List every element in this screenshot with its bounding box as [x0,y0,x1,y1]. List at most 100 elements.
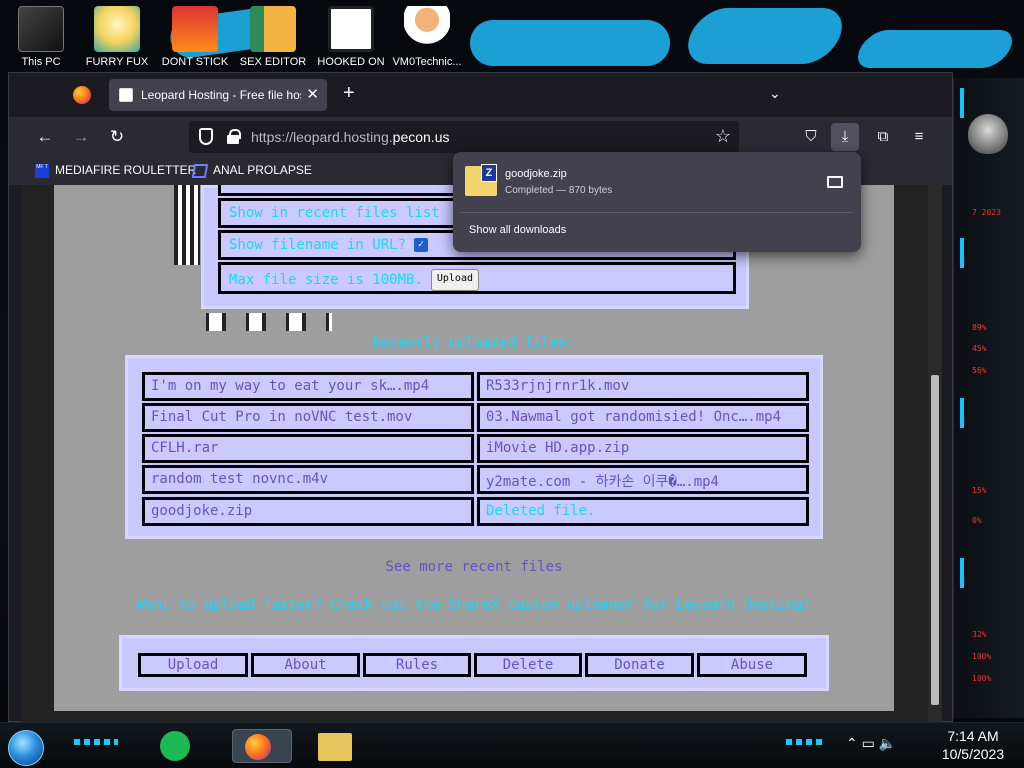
wallpaper-stripe [679,8,851,64]
desktop-icon-this-pc[interactable]: This PC [0,6,82,68]
recent-file-link[interactable]: y2mate.com - 하카손 이쿠�….mp4 [477,465,809,494]
desktop-icon-label: VM0Technic... [392,56,462,68]
bookmark-label: MEDIAFIRE ROULETTER [55,163,197,177]
desktop-icon-label: This PC [21,56,61,68]
side-readout: 32% [972,630,987,639]
hamburger-menu-icon[interactable]: ≡ [905,123,933,151]
open-containing-folder-icon[interactable] [827,176,843,188]
recent-file-link[interactable]: Final Cut Pro in noVNC test.mov [142,403,474,432]
upload-button[interactable]: Upload [430,269,479,291]
recently-uploaded-heading: Recently uploaded files: [372,335,576,351]
list-all-tabs-chevron-icon[interactable]: ⌄ [769,85,781,102]
footer-rules-link[interactable]: Rules [363,653,471,677]
leopard-hosting-page: Show in recent files list Show filename … [54,185,894,711]
scrollbar-thumb[interactable] [931,375,939,705]
start-button[interactable] [8,730,44,766]
url-text[interactable]: https://leopard.hosting.pecon.us [251,129,449,145]
recent-files-grid: I'm on my way to eat your sk….mp4 R533rj… [125,355,823,539]
filename-url-label: Show filename in URL? [229,237,407,253]
footer-upload-link[interactable]: Upload [138,653,248,677]
close-tab-icon[interactable]: ✕ [306,85,319,103]
lock-icon[interactable] [227,129,241,144]
new-tab-button[interactable]: + [343,83,355,103]
side-readout: 0% [972,516,982,525]
pocket-icon[interactable]: ⛉ [797,123,825,151]
side-accent-bar [960,88,964,118]
bookmark-label: ANAL PROLAPSE [213,163,312,177]
desktop-icon-vm0technic[interactable]: VM0Technic... [386,6,468,68]
technician-icon [404,6,450,52]
page-scrollbar[interactable] [928,185,942,723]
desktop-icon-sex-editor[interactable]: SEX EDITOR [232,6,314,68]
footer-about-link[interactable]: About [251,653,360,677]
taskbar-file-explorer-icon[interactable] [318,733,352,761]
firefox-view-icon[interactable] [73,86,91,104]
computer-icon [18,6,64,52]
wallpaper-stripe [851,30,1019,68]
wallpaper-stripe [470,20,670,66]
side-readout: 45% [972,344,987,353]
alienware-side-gadget: 7 2023 89% 45% 56% 15% 0% 32% 100% 100% [952,78,1024,718]
tracking-protection-shield-icon[interactable] [199,128,213,145]
recent-file-link[interactable]: goodjoke.zip [142,497,474,526]
extensions-puzzle-icon[interactable]: ⧉ [869,123,897,151]
side-accent-bar [960,238,964,268]
bookmark-mediafire-rouletter[interactable]: MF T MEDIAFIRE ROULETTER [35,163,196,178]
desktop-icon-label: DONT STICK [161,56,229,68]
recent-file-link[interactable]: I'm on my way to eat your sk….mp4 [142,372,474,401]
url-bar[interactable]: https://leopard.hosting.pecon.us ☆ [189,121,739,153]
recent-file-link[interactable]: CFLH.rar [142,434,474,463]
desktop-icon-label: SEX EDITOR [239,56,307,68]
desktop-icon-hooked-on[interactable]: HOOKED ON [310,6,392,68]
desktop-icon-dont-stick[interactable]: DONT STICK [154,6,236,68]
filename-url-checkbox[interactable]: ✓ [414,238,429,252]
clock-date: 10/5/2023 [941,746,1005,762]
download-filename[interactable]: goodjoke.zip [505,168,567,180]
side-readout: 7 2023 [972,208,1001,217]
system-tray: ⌃ ▭ 🔈 [846,735,896,752]
fire-icon [172,6,218,52]
recent-file-link[interactable]: 03.Nawmal got randomisied! Onc….mp4 [477,403,809,432]
navigation-toolbar: ← → ↻ https://leopard.hosting.pecon.us ☆… [9,117,952,157]
downloads-button-icon[interactable]: ⤓ [831,123,859,151]
footer-abuse-link[interactable]: Abuse [697,653,807,677]
back-button[interactable]: ← [33,125,57,149]
side-readout: 56% [972,366,987,375]
max-size-label: Max file size is 100MB. [229,272,423,288]
leopard-mascot-image [174,185,200,265]
taskbar-notes-app-icon[interactable] [160,731,190,761]
show-hidden-icons-chevron-icon[interactable]: ⌃ [846,735,858,751]
taskbar-clock[interactable]: 7:14 AM 10/5/2023 [930,727,1016,763]
tab-leopard-hosting[interactable]: Leopard Hosting - Free file host ✕ [109,79,327,111]
taskbar-decoration [74,739,118,745]
page-favicon-icon [119,88,133,102]
max-size-row: Max file size is 100MB. Upload [218,262,736,294]
forward-button[interactable]: → [69,125,93,149]
download-status: Completed — 870 bytes [505,185,613,196]
side-readout: 15% [972,486,987,495]
bookmark-star-icon[interactable]: ☆ [715,126,731,147]
side-readout: 100% [972,674,992,683]
network-icon[interactable]: ▭ [862,735,875,751]
footer-delete-link[interactable]: Delete [474,653,582,677]
show-all-downloads-button[interactable]: Show all downloads [469,224,566,236]
see-more-recent-files-link[interactable]: See more recent files [54,559,894,575]
bookmark-anal-prolapse[interactable]: ANAL PROLAPSE [191,163,312,178]
desktop-icon-furry-fux[interactable]: FURRY FUX [76,6,158,68]
recent-file-link[interactable]: iMovie HD.app.zip [477,434,809,463]
tab-strip: Leopard Hosting - Free file host ✕ + ⌄ [9,73,952,117]
page-viewport: Show in recent files list Show filename … [22,185,942,723]
clock-time: 7:14 AM [947,728,999,744]
side-accent-bar [960,558,964,588]
recent-file-link[interactable]: random test novnc.m4v [142,465,474,494]
sharex-uploader-link[interactable]: Want to upload faster? Check out the Sha… [54,597,894,613]
footer-donate-link[interactable]: Donate [585,653,694,677]
reload-button[interactable]: ↻ [105,125,129,149]
volume-icon[interactable]: 🔈 [879,735,896,751]
recent-file-link[interactable]: R533rjnjrnr1k.mov [477,372,809,401]
taskbar-firefox-button[interactable] [232,729,292,763]
url-domain: pecon.us [392,129,450,145]
alien-head-icon [968,114,1008,154]
side-accent-bar [960,398,964,428]
hxd-editor-icon [250,6,296,52]
